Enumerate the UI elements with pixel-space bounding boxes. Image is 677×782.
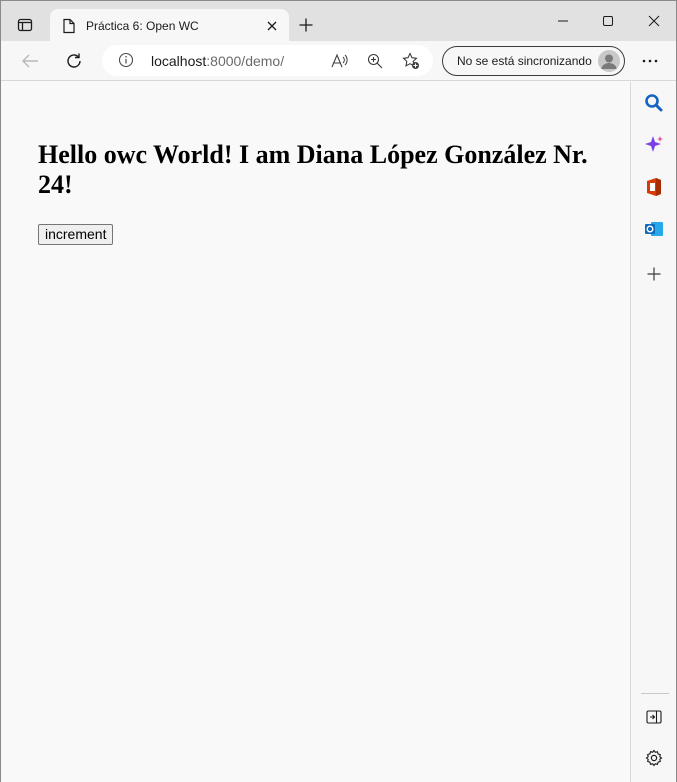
- add-favorite-icon: [402, 52, 419, 69]
- sidebar-search-button[interactable]: [642, 91, 666, 115]
- outlook-icon: [645, 222, 663, 236]
- minimize-button[interactable]: [546, 8, 580, 34]
- maximize-icon: [603, 16, 613, 26]
- copilot-icon: [645, 136, 663, 152]
- info-icon[interactable]: [118, 52, 134, 68]
- read-aloud-button[interactable]: [329, 50, 351, 72]
- edge-sidebar: [630, 82, 676, 782]
- page-heading: Hello owc World! I am Diana López Gonzál…: [38, 140, 588, 199]
- avatar-icon: [598, 50, 620, 72]
- refresh-icon: [67, 53, 81, 68]
- tab-actions-icon: [17, 18, 33, 32]
- new-tab-button[interactable]: [295, 14, 317, 36]
- back-arrow-icon: [22, 54, 38, 68]
- sidebar-outlook-button[interactable]: [642, 217, 666, 241]
- search-icon: [645, 94, 663, 112]
- sidebar-divider: [641, 693, 669, 694]
- zoom-in-icon: [367, 53, 383, 69]
- increment-button[interactable]: increment: [38, 224, 114, 245]
- url-path: :8000/demo/: [206, 53, 285, 69]
- sidebar-add-button[interactable]: [642, 262, 666, 286]
- sidebar-copilot-button[interactable]: [642, 133, 666, 157]
- window-close-button[interactable]: [637, 8, 671, 34]
- window-close-icon: [648, 15, 660, 27]
- sidebar-office-button[interactable]: [642, 175, 666, 199]
- sync-status-label: No se está sincronizando: [457, 54, 592, 68]
- navigation-toolbar: localhost:8000/demo/ No se está sincroni…: [1, 41, 676, 81]
- page-content: Hello owc World! I am Diana López Gonzál…: [1, 82, 630, 782]
- add-favorite-button[interactable]: [400, 50, 422, 72]
- sidebar-settings-button[interactable]: [642, 746, 666, 770]
- minimize-icon: [558, 20, 568, 22]
- browser-window: Práctica 6: Open WC localhost:8000/demo/…: [0, 0, 677, 782]
- tab-actions-button[interactable]: [11, 11, 39, 39]
- add-icon: [647, 267, 661, 281]
- more-icon: [642, 59, 658, 63]
- title-bar: Práctica 6: Open WC: [1, 1, 676, 43]
- url-text[interactable]: localhost:8000/demo/: [151, 53, 284, 69]
- url-host: localhost: [151, 53, 207, 69]
- zoom-button[interactable]: [364, 50, 386, 72]
- avatar: [598, 50, 620, 72]
- close-icon: [267, 21, 277, 31]
- tab-title: Práctica 6: Open WC: [86, 19, 199, 33]
- refresh-button[interactable]: [59, 47, 89, 75]
- settings-more-button[interactable]: [636, 47, 664, 75]
- back-button[interactable]: [15, 47, 45, 75]
- tab-close-button[interactable]: [264, 18, 280, 34]
- office-icon: [647, 178, 661, 196]
- address-bar[interactable]: localhost:8000/demo/: [102, 45, 433, 76]
- maximize-button[interactable]: [591, 8, 625, 34]
- hide-sidebar-icon: [646, 710, 662, 724]
- settings-icon: [645, 749, 663, 767]
- read-aloud-icon: [331, 53, 348, 68]
- plus-icon: [299, 18, 313, 32]
- hide-sidebar-button[interactable]: [642, 705, 666, 729]
- tab-active[interactable]: Práctica 6: Open WC: [50, 9, 289, 43]
- page-icon: [63, 18, 75, 34]
- profile-sync-button[interactable]: No se está sincronizando: [442, 46, 625, 76]
